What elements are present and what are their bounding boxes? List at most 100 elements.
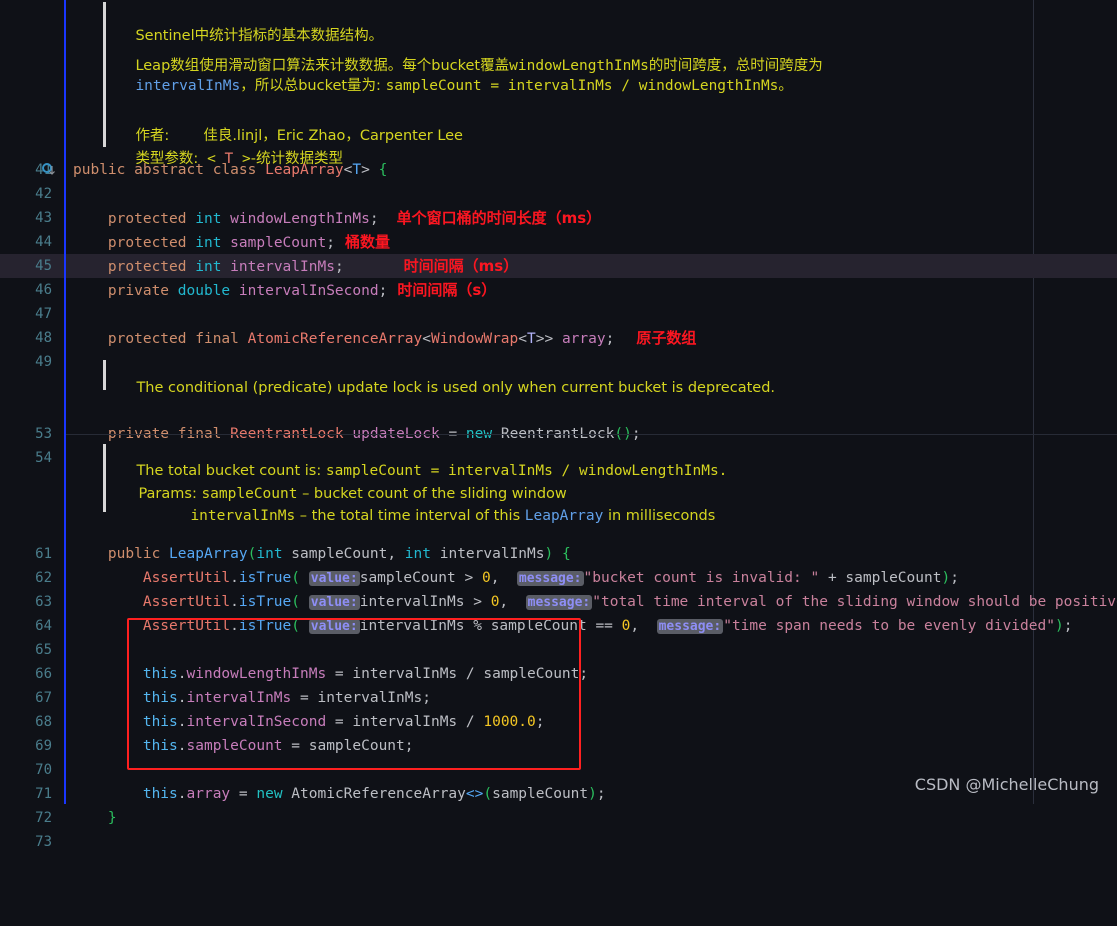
line-number[interactable]: 73 — [0, 830, 52, 854]
implemented-by-icon[interactable] — [42, 163, 56, 177]
code-line-46[interactable]: 46 private double intervalInSecond; 时间间隔（… — [0, 278, 1117, 302]
token-param: intervalInMs — [439, 546, 545, 562]
token-field: array — [561, 331, 606, 347]
doc-para-text-4: 。 — [778, 78, 793, 94]
line-number[interactable]: 69 — [0, 734, 52, 758]
doc-quote-bar-lock — [103, 360, 106, 390]
code-editor[interactable]: Sentinel中统计指标的基本数据结构。 Leap数组使用滑动窗口算法来计数数… — [0, 0, 1117, 850]
token-ctor-ref: AtomicReferenceArray — [291, 786, 466, 802]
code-line-72[interactable]: 72 } — [0, 806, 1117, 830]
inlay-hint-value[interactable]: value: — [308, 571, 360, 586]
inlay-hint-value[interactable]: value: — [308, 595, 360, 610]
code-line-61[interactable]: 61 public LeapArray(int sampleCount, int… — [0, 542, 1117, 566]
code-line-73[interactable]: 73 — [0, 830, 1117, 854]
code-line-42[interactable]: 42 — [0, 182, 1117, 206]
token-arg: sampleCount — [359, 570, 456, 586]
token-this: this — [142, 690, 178, 706]
token-field: intervalInSecond — [186, 714, 327, 730]
annotation-line-44: 桶数量 — [344, 233, 390, 251]
code-text[interactable]: AssertUtil.isTrue( value: intervalInMs > … — [73, 590, 1117, 615]
code-text[interactable]: protected int sampleCount; 桶数量 — [73, 230, 1117, 255]
annotation-line-46: 时间间隔（s） — [397, 281, 497, 299]
line-number[interactable]: 61 — [0, 542, 52, 566]
inlay-hint-message[interactable]: message: — [656, 619, 724, 634]
line-number[interactable]: 48 — [0, 326, 52, 350]
token-double: double — [177, 283, 231, 299]
code-text[interactable]: this.sampleCount = sampleCount; — [73, 734, 1117, 758]
doc-ctor-params-line-2: intervalInMs – the total time interval o… — [172, 492, 715, 540]
doc-lock-text-value: The conditional (predicate) update lock … — [136, 380, 776, 396]
code-text[interactable]: } — [73, 806, 1117, 830]
line-number[interactable]: 44 — [0, 230, 52, 254]
code-text[interactable]: this.intervalInSecond = intervalInMs / 1… — [73, 710, 1117, 734]
token-this: this — [142, 738, 178, 754]
code-line-45[interactable]: 45 protected int intervalInMs; 时间间隔（ms） — [0, 254, 1117, 278]
line-number[interactable]: 47 — [0, 302, 52, 326]
inlay-hint-value[interactable]: value: — [308, 619, 360, 634]
code-line-47[interactable]: 47 — [0, 302, 1117, 326]
code-line-69[interactable]: 69 this.sampleCount = sampleCount; — [0, 734, 1117, 758]
code-line-66[interactable]: 66 this.windowLengthInMs = intervalInMs … — [0, 662, 1117, 686]
line-number[interactable]: 64 — [0, 614, 52, 638]
doc-ctor-param2-desc-b: in milliseconds — [603, 508, 716, 524]
code-line-43[interactable]: 43 protected int windowLengthInMs; 单个窗口桶的… — [0, 206, 1117, 230]
doc-typeparam-close: > — [242, 151, 251, 167]
line-number[interactable]: 62 — [0, 566, 52, 590]
code-text[interactable]: this.intervalInMs = intervalInMs; — [73, 686, 1117, 710]
code-line-65[interactable]: 65 — [0, 638, 1117, 662]
token-arg: sampleCount — [483, 666, 580, 682]
inlay-hint-message[interactable]: message: — [525, 595, 593, 610]
token-int: int — [256, 546, 283, 562]
token-int: int — [195, 211, 222, 227]
line-number[interactable]: 65 — [0, 638, 52, 662]
code-line-44[interactable]: 44 protected int sampleCount; 桶数量 — [0, 230, 1117, 254]
annotation-line-48: 原子数组 — [636, 329, 697, 347]
code-text[interactable]: this.windowLengthInMs = intervalInMs / s… — [73, 662, 1117, 686]
line-number[interactable]: 67 — [0, 686, 52, 710]
line-number[interactable]: 45 — [0, 254, 52, 278]
token-int: int — [404, 546, 431, 562]
code-block-indicator-bar — [64, 0, 66, 804]
line-number[interactable]: 71 — [0, 782, 52, 806]
token-private: private — [107, 283, 170, 299]
code-line-68[interactable]: 68 this.intervalInSecond = intervalInMs … — [0, 710, 1117, 734]
line-number[interactable]: 49 — [0, 350, 52, 374]
line-number[interactable]: 42 — [0, 182, 52, 206]
code-text[interactable]: protected int windowLengthInMs; 单个窗口桶的时间长… — [73, 206, 1117, 231]
token-method: isTrue — [238, 570, 292, 586]
token-string: "total time interval of the sliding wind… — [592, 594, 1117, 610]
doc-typeparam-desc: -统计数据类型 — [250, 151, 343, 167]
token-generic-t: T — [527, 331, 536, 347]
doc-typeparam-name: T — [224, 151, 234, 167]
line-number[interactable]: 63 — [0, 590, 52, 614]
line-number[interactable]: 70 — [0, 758, 52, 782]
inlay-hint-message[interactable]: message: — [516, 571, 584, 586]
doc-typeparam-open: < — [207, 151, 216, 167]
line-number[interactable]: 68 — [0, 710, 52, 734]
line-number[interactable]: 66 — [0, 662, 52, 686]
token-public: public — [107, 546, 161, 562]
line-number[interactable]: 54 — [0, 446, 52, 470]
line-number[interactable]: 72 — [0, 806, 52, 830]
token-class-ref: AssertUtil — [142, 594, 231, 610]
code-text[interactable]: protected int intervalInMs; 时间间隔（ms） — [73, 254, 1117, 279]
token-arg: intervalInMs — [317, 690, 423, 706]
code-text[interactable]: AssertUtil.isTrue( value: intervalInMs % … — [73, 614, 1117, 639]
token-final: final — [195, 331, 239, 347]
line-number[interactable]: 53 — [0, 422, 52, 446]
code-text[interactable]: private double intervalInSecond; 时间间隔（s） — [73, 278, 1117, 303]
code-line-48[interactable]: 48 protected final AtomicReferenceArray<… — [0, 326, 1117, 350]
line-number[interactable]: 46 — [0, 278, 52, 302]
code-line-62[interactable]: 62 AssertUtil.isTrue( value: sampleCount … — [0, 566, 1117, 590]
token-field: array — [186, 786, 231, 802]
token-protected: protected — [107, 331, 187, 347]
doc-para-text-3: ，所以总bucket量为: — [240, 78, 386, 94]
code-text[interactable]: public LeapArray(int sampleCount, int in… — [73, 542, 1117, 566]
code-line-64[interactable]: 64 AssertUtil.isTrue( value: intervalInMs… — [0, 614, 1117, 638]
code-text[interactable]: protected final AtomicReferenceArray<Win… — [73, 326, 1117, 351]
code-line-67[interactable]: 67 this.intervalInMs = intervalInMs; — [0, 686, 1117, 710]
line-number[interactable]: 43 — [0, 206, 52, 230]
code-text[interactable]: AssertUtil.isTrue( value: sampleCount > 0… — [73, 566, 1117, 591]
token-field: intervalInMs — [186, 690, 292, 706]
code-line-63[interactable]: 63 AssertUtil.isTrue( value: intervalInMs… — [0, 590, 1117, 614]
